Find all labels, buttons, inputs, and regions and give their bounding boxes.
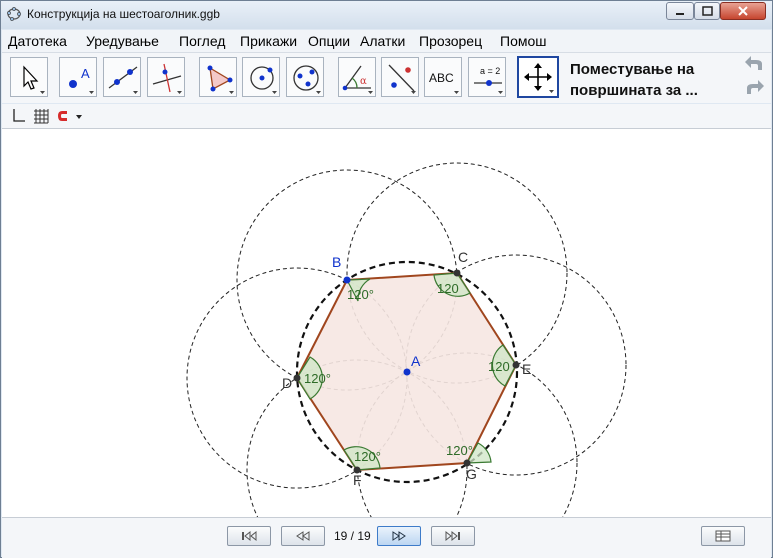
close-icon <box>738 6 748 16</box>
angle-label-c: 120 <box>437 281 459 296</box>
grid-toggle-icon[interactable] <box>33 108 49 124</box>
tool-description-line1: Поместување на <box>570 61 695 78</box>
conic-tool-button[interactable] <box>286 57 324 97</box>
reflect-tool-icon <box>388 64 416 94</box>
undo-icon <box>745 56 762 70</box>
skip-to-end-icon <box>445 530 460 542</box>
graphics-view[interactable]: 120° 120 120 120° 120° 120° A B C D E F … <box>2 129 771 517</box>
angle-label-e: 120 <box>488 359 510 374</box>
point-label-d: D <box>282 375 292 391</box>
point-label-c: C <box>458 249 468 265</box>
circle-tool-button[interactable] <box>242 57 280 97</box>
menu-file[interactable]: Датотека <box>8 33 67 49</box>
construction-drawing: 120° 120 120 120° 120° 120° A B C D E F … <box>186 162 627 517</box>
tool-description: Поместување на површината за ... <box>570 59 698 101</box>
minimize-button[interactable] <box>666 2 694 20</box>
menu-view[interactable]: Поглед <box>179 33 225 49</box>
perpendicular-line-tool-icon <box>152 63 182 94</box>
angle-label-g: 120° <box>446 443 473 458</box>
move-tool-icon <box>23 65 45 94</box>
menu-options[interactable]: Опции <box>308 33 350 49</box>
point-tool-icon: A <box>69 66 94 94</box>
redo-icon <box>747 80 764 94</box>
point-c[interactable] <box>453 269 461 277</box>
axes-toggle-icon[interactable] <box>10 108 26 124</box>
menu-edit[interactable]: Уредување <box>86 33 159 49</box>
conic-tool-icon <box>293 65 321 94</box>
menu-window[interactable]: Прозорец <box>419 33 482 49</box>
point-d[interactable] <box>293 374 301 382</box>
first-step-button[interactable] <box>227 526 271 546</box>
point-label-b: B <box>332 254 341 270</box>
move-graphics-view-tool-icon <box>524 63 554 93</box>
point-label-f: F <box>353 472 362 488</box>
slider-tool-icon: a = 2 <box>474 66 503 94</box>
menu-perspectives[interactable]: Прикажи <box>240 33 297 49</box>
angle-label-d: 120° <box>304 371 331 386</box>
redo-button[interactable] <box>742 78 768 100</box>
minimize-icon <box>676 13 684 15</box>
polygon-tool-icon <box>207 65 234 94</box>
point-label-e: E <box>522 361 531 377</box>
angle-tool-button[interactable]: α <box>338 57 376 97</box>
construction-protocol-button[interactable] <box>701 526 745 546</box>
polygon-tool-button[interactable] <box>199 57 237 97</box>
menu-help[interactable]: Помош <box>500 33 547 49</box>
perpendicular-line-tool-button[interactable] <box>147 57 185 97</box>
style-bar <box>2 104 771 129</box>
geogebra-icon <box>7 7 21 21</box>
maximize-icon <box>702 6 713 16</box>
point-label-g: G <box>466 466 477 482</box>
step-counter: 19 / 19 <box>334 529 371 543</box>
slider-tool-label: a = 2 <box>480 66 500 76</box>
point-label-a: A <box>411 353 421 369</box>
step-back-icon <box>296 531 310 541</box>
move-tool-button[interactable] <box>10 57 48 97</box>
magnet-snap-icon[interactable] <box>57 108 85 124</box>
menu-bar: Датотека Уредување Поглед Прикажи Опции … <box>2 30 771 53</box>
window-title: Конструкција на шестоаголник.ggb <box>27 7 220 21</box>
move-graphics-view-tool-button[interactable] <box>517 56 559 98</box>
skip-to-start-icon <box>242 530 257 542</box>
slider-tool-button[interactable]: a = 2 <box>468 57 506 97</box>
line-tool-icon <box>108 66 138 94</box>
app-window: Конструкција на шестоаголник.ggb Датотек… <box>0 0 773 558</box>
step-forward-icon <box>392 531 406 541</box>
text-tool-button[interactable]: ABC <box>424 57 462 97</box>
navigation-bar: 19 / 19 <box>2 517 771 558</box>
previous-step-button[interactable] <box>281 526 325 546</box>
point-tool-button[interactable]: A <box>59 57 97 97</box>
text-tool-icon: ABC <box>429 71 459 94</box>
menu-tools[interactable]: Алатки <box>360 33 405 49</box>
close-button[interactable] <box>720 2 766 20</box>
point-e[interactable] <box>512 361 520 369</box>
point-a[interactable] <box>403 368 411 376</box>
undo-button[interactable] <box>742 54 768 76</box>
circle-tool-icon <box>250 66 277 94</box>
title-bar: Конструкција на шестоаголник.ggb <box>1 1 772 29</box>
tool-description-line2: површината за ... <box>570 82 698 99</box>
table-icon <box>715 530 731 542</box>
angle-label-f: 120° <box>354 449 381 464</box>
svg-text:A: A <box>81 66 90 81</box>
maximize-button[interactable] <box>694 2 720 20</box>
svg-text:α: α <box>360 76 367 87</box>
reflect-tool-button[interactable] <box>381 57 419 97</box>
last-step-button[interactable] <box>431 526 475 546</box>
angle-tool-icon: α <box>342 65 373 94</box>
point-b[interactable] <box>343 276 351 284</box>
next-step-button[interactable] <box>377 526 421 546</box>
angle-label-b: 120° <box>347 287 374 302</box>
text-tool-label: ABC <box>429 71 454 85</box>
line-tool-button[interactable] <box>103 57 141 97</box>
